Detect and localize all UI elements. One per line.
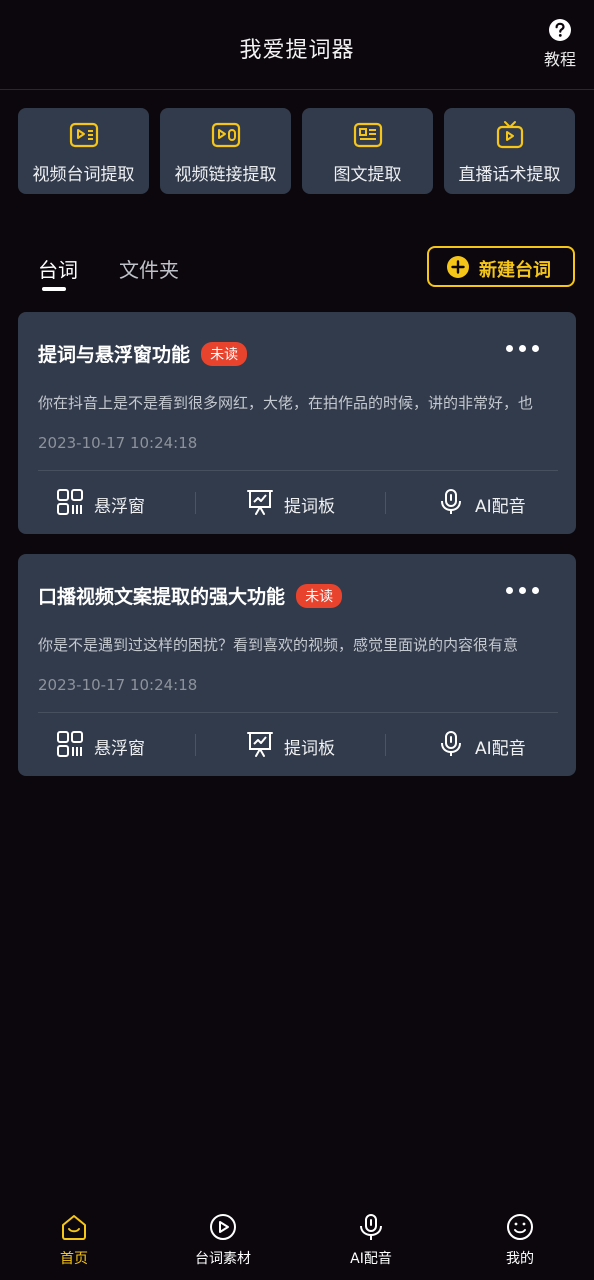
new-script-label: 新建台词 — [479, 260, 551, 281]
nav-home[interactable]: 首页 — [24, 1212, 124, 1268]
tool-label: 直播话术提取 — [458, 165, 561, 185]
presentation-chart-icon — [247, 732, 273, 757]
nav-label: AI配音 — [350, 1251, 392, 1267]
script-card[interactable]: 口播视频文案提取的强大功能 未读 你是不是遇到过这样的困扰？看到喜欢的视频，感觉… — [18, 554, 576, 776]
unread-badge: 未读 — [296, 583, 343, 608]
card-timestamp: 2023-10-17 10:24:18 — [38, 434, 198, 452]
card-timestamp: 2023-10-17 10:24:18 — [38, 676, 198, 694]
divider — [195, 492, 196, 514]
script-card[interactable]: 提词与悬浮窗功能 未读 你在抖音上是不是看到很多网红，大佬，在拍作品的时候，讲的… — [18, 312, 576, 534]
nav-ai-voiceover[interactable]: AI配音 — [321, 1212, 421, 1268]
smile-icon — [507, 1214, 533, 1240]
nav-profile[interactable]: 我的 — [470, 1212, 570, 1268]
bottom-nav: 首页 台词素材 AI配音 我的 — [0, 1200, 594, 1280]
tab-scripts[interactable]: 台词 — [38, 254, 78, 283]
card-title: 提词与悬浮窗功能 — [38, 344, 191, 366]
app-title: 我爱提词器 — [239, 38, 355, 63]
action-label: 悬浮窗 — [94, 739, 145, 759]
new-script-button[interactable]: 新建台词 — [427, 246, 575, 287]
tool-live-script-extract[interactable]: 直播话术提取 — [444, 108, 575, 194]
action-label: 提词板 — [284, 739, 335, 759]
tool-label: 视频台词提取 — [32, 165, 135, 185]
divider — [38, 712, 558, 713]
microphone-icon — [360, 1214, 382, 1240]
card-excerpt: 你是不是遇到过这样的困扰？看到喜欢的视频，感觉里面说的内容很有意 — [38, 636, 519, 654]
card-excerpt: 你在抖音上是不是看到很多网红，大佬，在拍作品的时候，讲的非常好，也 — [38, 394, 534, 412]
tool-image-text-extract[interactable]: 图文提取 — [302, 108, 433, 194]
tutorial-button[interactable]: 教程 — [542, 18, 578, 70]
action-label: 提词板 — [284, 497, 335, 517]
microphone-icon — [441, 489, 461, 514]
tool-label: 图文提取 — [333, 165, 402, 185]
more-options-button[interactable] — [506, 584, 540, 598]
tutorial-label: 教程 — [543, 50, 576, 69]
unread-badge: 未读 — [201, 341, 248, 366]
top-bar: 我爱提词器 教程 — [0, 0, 594, 90]
tab-active-indicator — [42, 287, 66, 291]
divider — [195, 734, 196, 756]
tool-video-link-extract[interactable]: 视频链接提取 — [160, 108, 291, 194]
tab-bar: 台词 文件夹 新建台词 — [0, 240, 594, 296]
action-label: AI配音 — [475, 739, 526, 759]
nav-label: 我的 — [506, 1251, 534, 1267]
card-header: 提词与悬浮窗功能 未读 — [38, 340, 248, 366]
qr-grid-icon — [57, 489, 83, 515]
qr-grid-icon — [57, 731, 83, 757]
tool-video-subtitle-extract[interactable]: 视频台词提取 — [18, 108, 149, 194]
tv-play-icon — [496, 121, 523, 149]
extract-tools: 视频台词提取 视频链接提取 图文提取 直播话术提取 — [18, 108, 576, 194]
divider — [385, 492, 386, 514]
play-circle-icon — [210, 1214, 236, 1240]
action-label: AI配音 — [475, 497, 526, 517]
card-title: 口播视频文案提取的强大功能 — [38, 586, 286, 608]
question-circle-icon — [549, 19, 571, 41]
action-label: 悬浮窗 — [94, 497, 145, 517]
nav-label: 台词素材 — [195, 1251, 251, 1267]
more-options-button[interactable] — [506, 342, 540, 356]
video-subtitle-icon — [69, 122, 98, 148]
image-text-icon — [353, 122, 382, 148]
divider — [385, 734, 386, 756]
card-header: 口播视频文案提取的强大功能 未读 — [38, 582, 343, 608]
divider — [38, 470, 558, 471]
microphone-icon — [441, 731, 461, 756]
tool-label: 视频链接提取 — [174, 165, 277, 185]
plus-circle-icon — [447, 256, 469, 278]
home-icon — [62, 1215, 86, 1240]
nav-script-materials[interactable]: 台词素材 — [173, 1212, 273, 1268]
presentation-chart-icon — [247, 490, 273, 515]
video-link-icon — [211, 122, 240, 148]
nav-label: 首页 — [60, 1251, 88, 1267]
tab-folders[interactable]: 文件夹 — [119, 254, 179, 283]
